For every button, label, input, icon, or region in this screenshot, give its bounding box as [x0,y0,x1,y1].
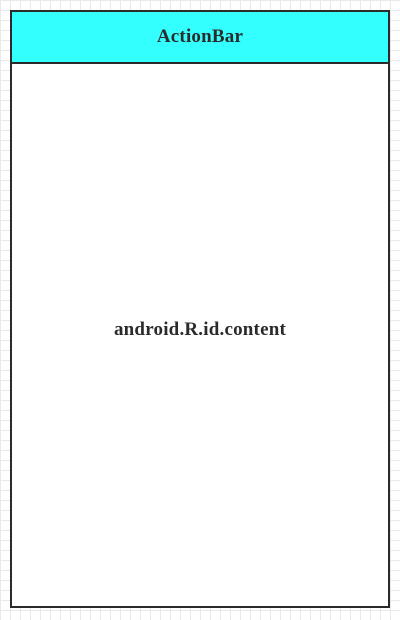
action-bar-label: ActionBar [156,26,244,47]
action-bar: ActionBar [12,12,388,64]
content-area: android.R.id.content [12,64,388,606]
screen-frame: ActionBar android.R.id.content [10,10,390,608]
content-label: android.R.id.content [113,319,287,340]
